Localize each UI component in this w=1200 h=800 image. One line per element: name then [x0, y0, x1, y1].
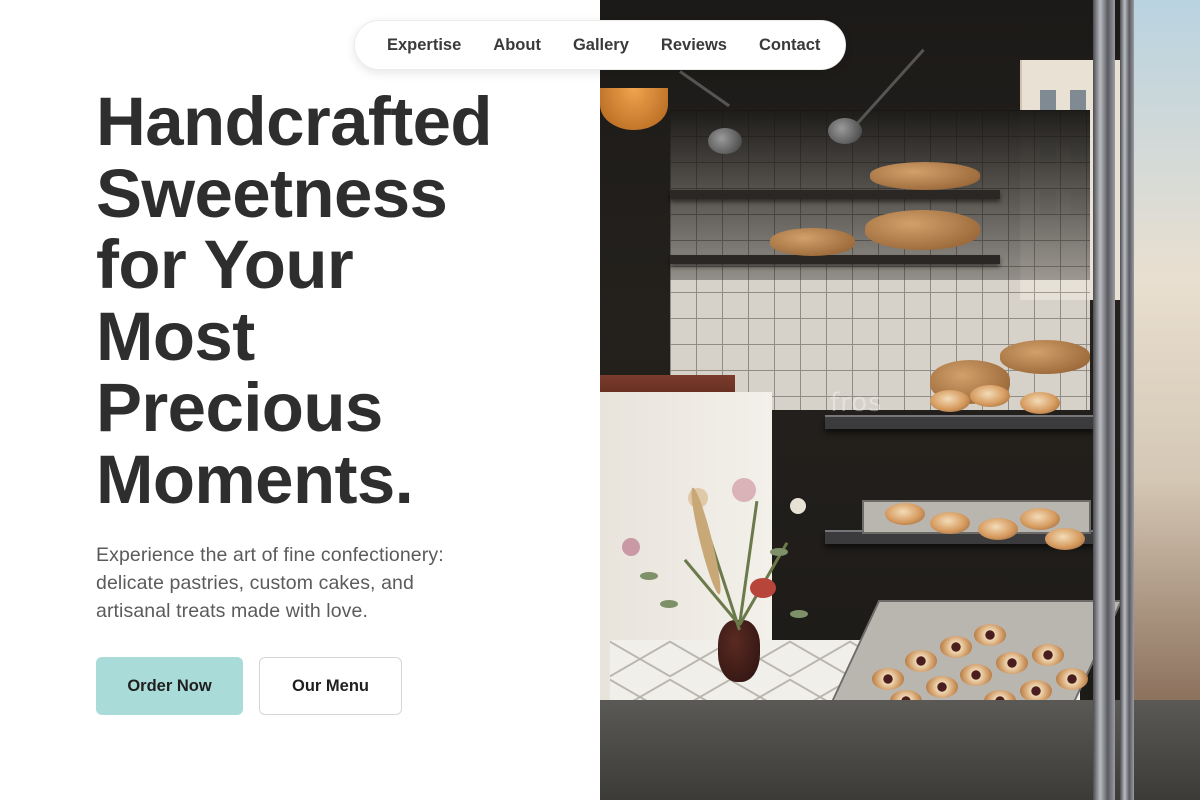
bread-shelf	[670, 255, 1000, 264]
pastry	[930, 512, 970, 534]
nav-item-reviews[interactable]: Reviews	[661, 36, 727, 55]
hero-subtext: Experience the art of fine confectionery…	[96, 541, 516, 625]
pastry	[1020, 392, 1060, 414]
leaf	[770, 548, 788, 556]
nav-item-contact[interactable]: Contact	[759, 36, 820, 55]
bread-loaf	[1000, 340, 1090, 374]
watermark: fros	[830, 388, 883, 418]
pastry	[885, 503, 925, 525]
leaf	[660, 600, 678, 608]
flower	[790, 498, 806, 514]
danish-pastry	[905, 650, 937, 672]
flower	[622, 538, 640, 556]
nav-item-expertise[interactable]: Expertise	[387, 36, 461, 55]
bread-shelf	[670, 190, 1000, 199]
pastry	[978, 518, 1018, 540]
danish-pastry	[974, 624, 1006, 646]
pendant-lamp	[600, 88, 668, 130]
bread-loaf	[870, 162, 980, 190]
bread-loaf	[865, 210, 980, 250]
headline-line: for Your	[96, 226, 354, 303]
leaf	[640, 572, 658, 580]
subtext-line: Experience the art of fine confectionery…	[96, 544, 444, 566]
headline-line: Most	[96, 297, 255, 375]
bread-loaf	[770, 228, 855, 256]
pastry	[1020, 508, 1060, 530]
headline-line: Handcrafted	[96, 83, 493, 160]
danish-pastry	[940, 636, 972, 658]
flower	[732, 478, 756, 502]
danish-pastry	[1056, 668, 1088, 690]
pastry	[930, 390, 970, 412]
order-now-button[interactable]: Order Now	[96, 657, 243, 715]
bakery-storefront-photo: fros	[600, 0, 1200, 800]
danish-pastry	[926, 676, 958, 698]
window-frame	[1093, 0, 1115, 800]
wall-lamp	[828, 118, 862, 144]
hero-headline: Handcrafted Sweetness for Your Most Prec…	[96, 86, 576, 515]
flower	[750, 578, 776, 598]
danish-pastry	[1032, 644, 1064, 666]
pastry	[970, 385, 1010, 407]
wall-lamp	[708, 128, 742, 154]
nav-item-gallery[interactable]: Gallery	[573, 36, 629, 55]
headline-line: Precious	[96, 369, 383, 446]
headline-line: Sweetness	[96, 154, 448, 232]
window-frame	[1120, 0, 1134, 800]
our-menu-button[interactable]: Our Menu	[259, 657, 402, 715]
hero-section: Handcrafted Sweetness for Your Most Prec…	[0, 0, 600, 800]
leaf	[790, 610, 808, 618]
subtext-line: delicate pastries, custom cakes, and	[96, 572, 414, 594]
danish-pastry	[872, 668, 904, 690]
headline-line: Moments.	[96, 440, 414, 518]
danish-pastry	[960, 664, 992, 686]
top-nav: Expertise About Gallery Reviews Contact	[354, 20, 846, 70]
lamp-arm	[679, 70, 731, 108]
nav-item-about[interactable]: About	[493, 36, 541, 55]
danish-pastry	[1020, 680, 1052, 702]
danish-pastry	[996, 652, 1028, 674]
subtext-line: artisanal treats made with love.	[96, 600, 368, 622]
pastry	[1045, 528, 1085, 550]
